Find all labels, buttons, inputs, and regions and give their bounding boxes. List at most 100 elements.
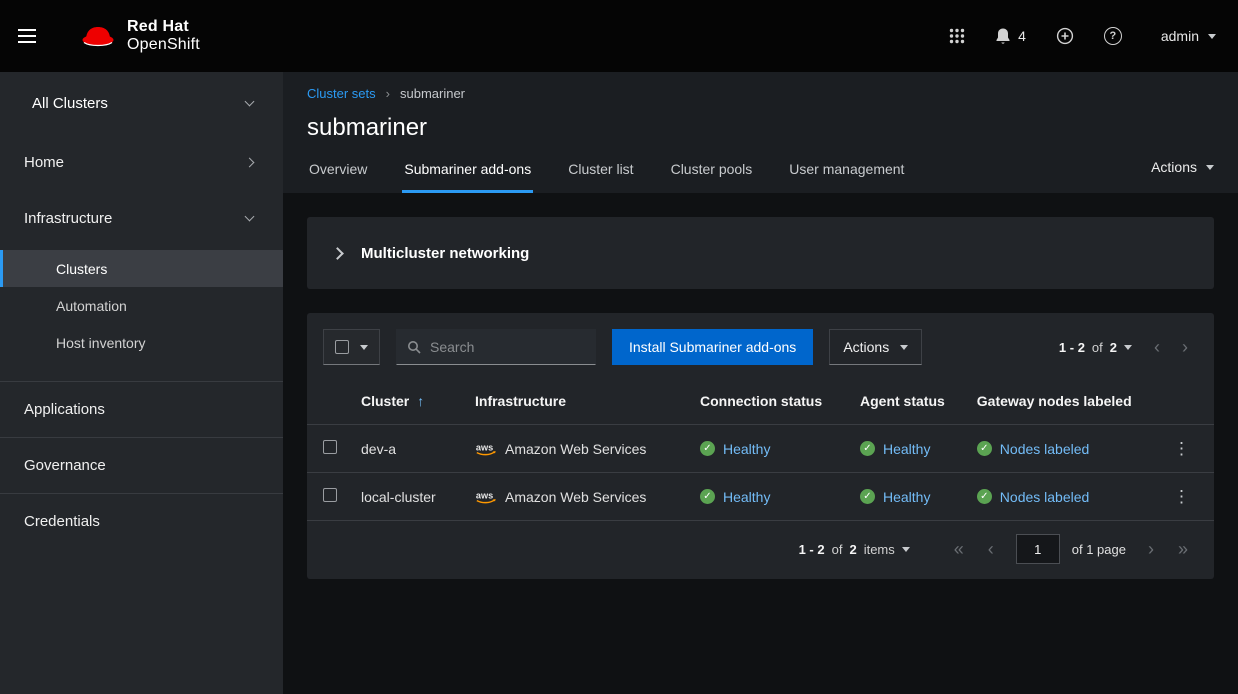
caret-down-icon [1206,165,1214,170]
page-header: Cluster sets › submariner submariner Ove… [283,72,1238,193]
check-circle-icon: ✓ [977,489,992,504]
page-actions-dropdown[interactable]: Actions [1151,159,1214,193]
masthead-toolbar: 4 ? admin [938,19,1216,53]
redhat-openshift-logo[interactable]: Red Hat OpenShift [78,18,200,55]
sidebar-item-infrastructure[interactable]: Infrastructure [0,190,283,246]
pagination-options-toggle[interactable]: 1 - 2 of 2 [1049,340,1142,355]
multicluster-networking-expandable[interactable]: Multicluster networking [307,217,1214,289]
logo-line2: OpenShift [127,36,200,54]
column-header-gateway-nodes[interactable]: Gateway nodes labeled [961,381,1149,425]
sidebar-item-label: Automation [56,298,127,314]
agent-status-link[interactable]: ✓ Healthy [860,441,930,457]
tab-cluster-pools[interactable]: Cluster pools [669,150,755,193]
toolbar-actions-label: Actions [843,339,889,355]
gateway-nodes-link[interactable]: ✓ Nodes labeled [977,489,1090,505]
column-header-connection-status[interactable]: Connection status [684,381,844,425]
page-actions-label: Actions [1151,159,1197,175]
notifications-button[interactable]: 4 [984,19,1037,53]
pagination-total: 2 [849,542,856,557]
connection-status-link[interactable]: ✓ Healthy [700,489,770,505]
bottom-pagination: 1 - 2 of 2 items « ‹ of 1 page › » [307,520,1214,579]
breadcrumb-link-cluster-sets[interactable]: Cluster sets [307,86,376,101]
cluster-name-cell: dev-a [345,425,459,473]
page-nav-group: « ‹ of 1 page › » [944,534,1198,564]
caret-down-icon [360,345,368,350]
status-label: Healthy [883,441,930,457]
page-of-label: of 1 page [1072,542,1126,557]
column-header-infrastructure[interactable]: Infrastructure [459,381,684,425]
user-menu-dropdown[interactable]: admin [1161,28,1216,44]
next-page-button[interactable]: › [1172,338,1198,356]
tabs: Overview Submariner add-ons Cluster list… [307,150,906,193]
app-launcher-button[interactable] [938,20,976,52]
table-header-row: Cluster↑ Infrastructure Connection statu… [307,381,1214,425]
prev-page-button[interactable]: ‹ [1144,338,1170,356]
last-page-button[interactable]: » [1168,540,1198,558]
first-page-button[interactable]: « [944,540,974,558]
question-circle-icon: ? [1104,27,1122,45]
perspective-label: All Clusters [32,95,108,112]
sidebar-item-governance[interactable]: Governance [0,437,283,493]
next-page-button[interactable]: › [1138,540,1164,558]
sidebar-item-label: Clusters [56,261,107,277]
gateway-nodes-link[interactable]: ✓ Nodes labeled [977,441,1090,457]
sidebar-item-label: Infrastructure [24,210,112,227]
tab-submariner-add-ons[interactable]: Submariner add-ons [402,150,533,193]
column-header-cluster[interactable]: Cluster↑ [345,381,459,425]
pagination-items-label: items [864,542,895,557]
cluster-name-cell: local-cluster [345,473,459,521]
row-kebab-menu[interactable]: ⋮ [1165,440,1198,457]
sidebar-item-credentials[interactable]: Credentials [0,493,283,549]
toolbar-actions-dropdown[interactable]: Actions [829,329,922,365]
status-label: Nodes labeled [1000,441,1090,457]
row-checkbox[interactable] [323,440,337,454]
table-row: local-cluster aws Amazon Web Services [307,473,1214,521]
sidebar-item-label: Applications [24,401,105,418]
current-page-input[interactable] [1016,534,1060,564]
breadcrumb-current: submariner [400,86,465,101]
status-label: Healthy [723,441,770,457]
check-circle-icon: ✓ [860,441,875,456]
logo-text: Red Hat OpenShift [127,18,200,55]
cluster-perspective-switcher[interactable]: All Clusters [0,72,283,134]
sidebar-item-label: Host inventory [56,335,145,351]
caret-down-icon [900,345,908,350]
prev-page-button[interactable]: ‹ [978,540,1004,558]
select-all-checkbox[interactable] [335,340,349,354]
sidebar-item-host-inventory[interactable]: Host inventory [0,324,283,361]
install-submariner-button[interactable]: Install Submariner add-ons [612,329,813,365]
tab-overview[interactable]: Overview [307,150,369,193]
tab-cluster-list[interactable]: Cluster list [566,150,635,193]
pagination-total: 2 [1110,340,1117,355]
app-layout: All Clusters Home Infrastructure Cluster… [0,72,1238,694]
bulk-select-dropdown[interactable] [323,329,380,365]
help-button[interactable]: ? [1093,19,1133,53]
header-kebab-cell [1149,381,1214,425]
check-circle-icon: ✓ [700,441,715,456]
sidebar-item-home[interactable]: Home [0,134,283,190]
pagination-range: 1 - 2 [1059,340,1085,355]
row-checkbox[interactable] [323,488,337,502]
nav-toggle-button[interactable] [18,16,58,56]
table-toolbar: Install Submariner add-ons Actions 1 - 2… [307,313,1214,381]
sidebar-item-applications[interactable]: Applications [0,381,283,437]
agent-status-link[interactable]: ✓ Healthy [860,489,930,505]
pagination-of: of [832,542,843,557]
column-label: Connection status [700,393,822,409]
import-cluster-button[interactable] [1045,19,1085,53]
sidebar-item-clusters[interactable]: Clusters [0,250,283,287]
sidebar-item-automation[interactable]: Automation [0,287,283,324]
caret-down-icon [1124,345,1132,350]
row-kebab-menu[interactable]: ⋮ [1165,488,1198,505]
aws-icon: aws [475,441,497,456]
column-header-agent-status[interactable]: Agent status [844,381,961,425]
chevron-right-icon [331,247,344,260]
chevron-down-icon [245,211,255,221]
search-input[interactable] [396,329,596,365]
svg-text:aws: aws [476,442,493,452]
chevron-down-icon [245,96,255,106]
connection-status-link[interactable]: ✓ Healthy [700,441,770,457]
tab-user-management[interactable]: User management [787,150,906,193]
pagination-options-toggle[interactable]: 1 - 2 of 2 items [789,542,920,557]
check-circle-icon: ✓ [700,489,715,504]
